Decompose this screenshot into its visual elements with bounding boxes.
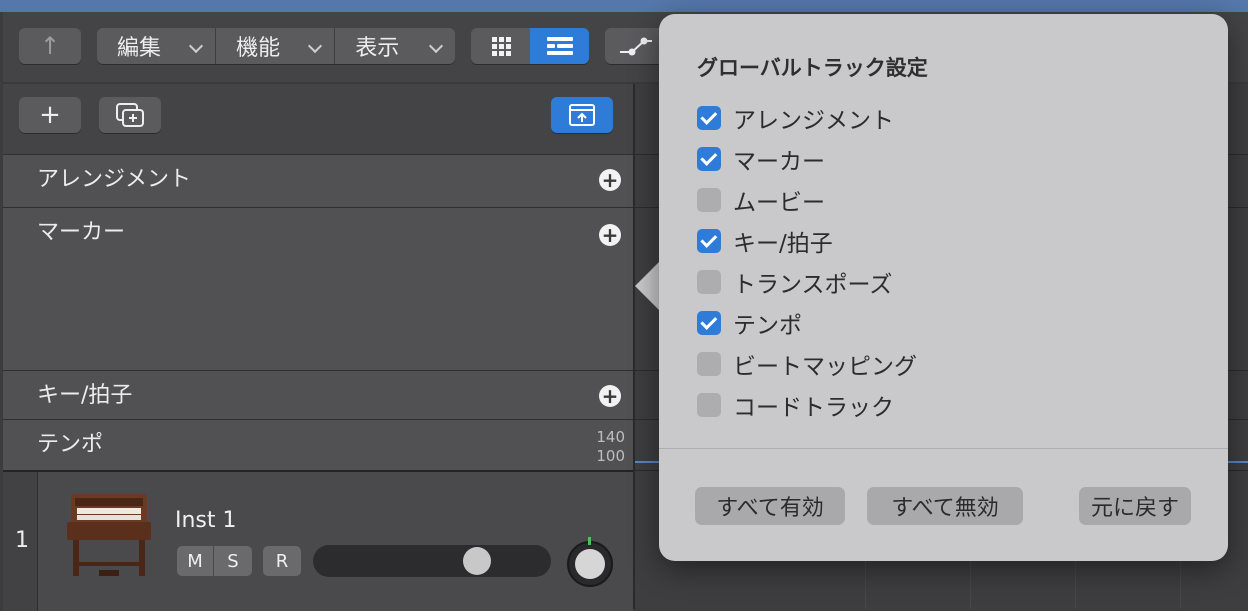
solo-button[interactable]: S <box>214 546 252 576</box>
grid-icon <box>491 37 511 56</box>
checkbox[interactable] <box>697 352 721 376</box>
automation-icon <box>620 37 652 56</box>
main-window: ↑ 編集 機能 表示 + アレンジメント + マーカー + キー/拍子 + テン… <box>3 12 1248 611</box>
global-track-label: キー/拍子 <box>37 383 133 408</box>
list-icon <box>546 37 573 55</box>
window-top-strip <box>0 0 1248 12</box>
pan-indicator <box>588 537 591 545</box>
checkbox[interactable] <box>697 270 721 294</box>
global-track-label: マーカー <box>37 220 126 245</box>
back-button[interactable]: ↑ <box>19 28 81 64</box>
track-number-column: 1 <box>3 472 38 611</box>
checkbox[interactable] <box>697 229 721 253</box>
up-arrow-icon: ↑ <box>39 32 61 60</box>
option-beat-mapping[interactable]: ビートマッピング <box>697 349 917 380</box>
chevron-down-icon <box>308 38 323 54</box>
menu-edit-label: 編集 <box>117 36 162 61</box>
option-label: マーカー <box>733 149 825 175</box>
mute-button[interactable]: M <box>177 546 213 576</box>
global-track-label: アレンジメント <box>37 167 192 192</box>
view-mode-group <box>471 28 589 64</box>
pan-knob[interactable] <box>567 537 613 587</box>
checkbox[interactable] <box>697 188 721 212</box>
track-row[interactable]: 1 Inst 1 M S R <box>3 470 633 611</box>
chevron-down-icon <box>189 38 204 54</box>
global-track-tempo[interactable]: テンポ 140 100 <box>3 419 633 471</box>
menu-functions[interactable]: 機能 <box>215 28 334 64</box>
tempo-min-value: 100 <box>596 447 625 465</box>
option-transpose[interactable]: トランスポーズ <box>697 267 893 298</box>
menu-group: 編集 機能 表示 <box>97 28 455 64</box>
plus-icon: + <box>39 100 61 130</box>
track-header-toolbar: + <box>3 84 633 154</box>
enable-all-button[interactable]: すべて有効 <box>695 487 845 525</box>
option-label: テンポ <box>733 313 802 339</box>
checkbox[interactable] <box>697 393 721 417</box>
global-track-signature[interactable]: キー/拍子 + <box>3 370 633 419</box>
volume-slider-thumb[interactable] <box>463 547 492 575</box>
option-label: ムービー <box>733 190 825 216</box>
option-signature[interactable]: キー/拍子 <box>697 226 833 257</box>
popover-arrow <box>635 260 661 312</box>
option-label: アレンジメント <box>733 108 894 134</box>
popover-divider <box>659 448 1228 449</box>
checkbox[interactable] <box>697 106 721 130</box>
option-label: ビートマッピング <box>733 354 917 380</box>
option-label: キー/拍子 <box>733 231 833 257</box>
list-view-button[interactable] <box>530 28 589 64</box>
menu-view[interactable]: 表示 <box>334 28 455 64</box>
add-track-button[interactable]: + <box>19 97 81 133</box>
global-track-settings-popover: グローバルトラック設定 アレンジメント マーカー ムービー キー/拍子 トランス… <box>659 14 1228 561</box>
pan-knob-cap <box>575 549 605 579</box>
option-arrangement[interactable]: アレンジメント <box>697 103 894 134</box>
add-circle-icon[interactable]: + <box>599 224 621 246</box>
tempo-max-value: 140 <box>596 428 625 446</box>
track-name[interactable]: Inst 1 <box>175 508 237 533</box>
global-track-label: テンポ <box>37 432 104 457</box>
global-track-marker[interactable]: マーカー + <box>3 207 633 370</box>
automation-button[interactable] <box>605 28 665 64</box>
chevron-down-icon <box>428 38 444 54</box>
global-tracks-button[interactable] <box>551 97 613 133</box>
track-number: 1 <box>15 528 29 553</box>
global-tracks-icon <box>569 104 595 126</box>
add-circle-icon[interactable]: + <box>599 385 621 407</box>
option-label: コードトラック <box>733 395 894 421</box>
option-tempo[interactable]: テンポ <box>697 308 802 339</box>
duplicate-track-icon <box>116 103 144 127</box>
volume-slider[interactable] <box>313 545 551 577</box>
organ-icon <box>67 494 151 576</box>
record-button[interactable]: R <box>263 546 301 576</box>
revert-button[interactable]: 元に戻す <box>1079 487 1191 525</box>
option-label: トランスポーズ <box>733 272 893 298</box>
checkbox[interactable] <box>697 147 721 171</box>
option-marker[interactable]: マーカー <box>697 144 825 175</box>
add-circle-icon[interactable]: + <box>599 169 621 191</box>
menu-edit[interactable]: 編集 <box>97 28 215 64</box>
disable-all-button[interactable]: すべて無効 <box>867 487 1023 525</box>
checkbox[interactable] <box>697 311 721 335</box>
option-movie[interactable]: ムービー <box>697 185 825 216</box>
global-track-arrangement[interactable]: アレンジメント + <box>3 154 633 207</box>
duplicate-track-button[interactable] <box>99 97 161 133</box>
popover-title: グローバルトラック設定 <box>697 56 928 80</box>
menu-functions-label: 機能 <box>236 36 281 61</box>
menu-view-label: 表示 <box>355 36 400 61</box>
option-chord-track[interactable]: コードトラック <box>697 390 894 421</box>
grid-view-button[interactable] <box>471 28 530 64</box>
